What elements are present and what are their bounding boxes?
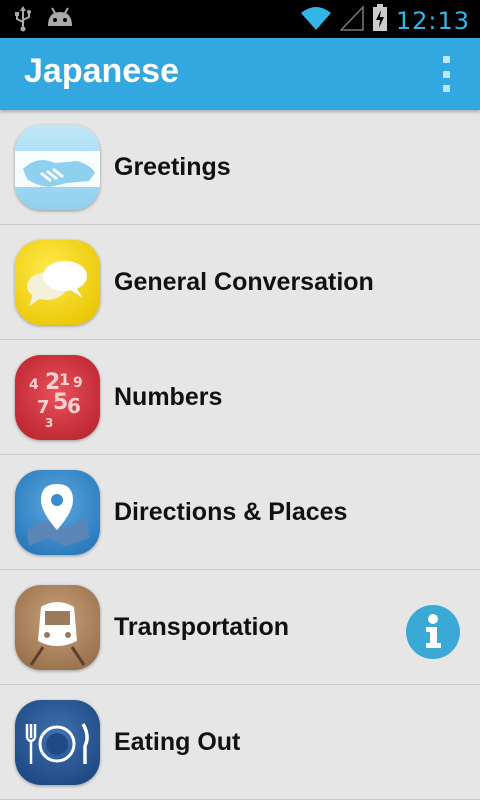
svg-text:1: 1: [59, 370, 70, 389]
svg-text:3: 3: [45, 416, 53, 430]
svg-text:9: 9: [73, 375, 83, 391]
category-label: General Conversation: [114, 268, 374, 296]
status-bar: 12:13: [0, 0, 480, 38]
category-item-transportation[interactable]: Transportation: [0, 570, 480, 685]
category-label: Numbers: [114, 383, 223, 411]
overflow-menu-icon[interactable]: [438, 56, 454, 92]
category-label: Greetings: [114, 153, 231, 181]
battery-charging-icon: [372, 4, 388, 37]
category-item-eating-out[interactable]: Eating Out: [0, 685, 480, 800]
svg-text:7: 7: [37, 397, 50, 418]
app-title: Japanese: [24, 52, 179, 90]
category-item-greetings[interactable]: Greetings: [0, 110, 480, 225]
usb-icon: [14, 6, 32, 37]
category-item-general-conversation[interactable]: General Conversation: [0, 225, 480, 340]
map-pin-icon: [15, 470, 100, 555]
category-item-directions-places[interactable]: Directions & Places: [0, 455, 480, 570]
numbers-icon: 2 1 9 4 7 5 6 3: [15, 355, 100, 440]
category-label: Directions & Places: [114, 498, 348, 526]
category-label: Eating Out: [114, 728, 241, 756]
handshake-icon: [15, 125, 100, 210]
category-label: Transportation: [114, 613, 290, 641]
svg-text:6: 6: [67, 394, 81, 418]
action-bar: Japanese: [0, 38, 480, 110]
signal-icon: [339, 5, 364, 36]
svg-text:4: 4: [29, 377, 39, 393]
category-item-numbers[interactable]: 2 1 9 4 7 5 6 3 Numbers: [0, 340, 480, 455]
android-debug-icon: [46, 6, 74, 37]
info-icon[interactable]: [406, 605, 460, 659]
speech-bubbles-icon: [15, 240, 100, 325]
train-icon: [15, 585, 100, 670]
wifi-icon: [300, 5, 332, 36]
plate-cutlery-icon: [15, 700, 100, 785]
status-time: 12:13: [395, 6, 470, 35]
category-list: Greetings General Conversation 2 1 9 4 7…: [0, 110, 480, 800]
